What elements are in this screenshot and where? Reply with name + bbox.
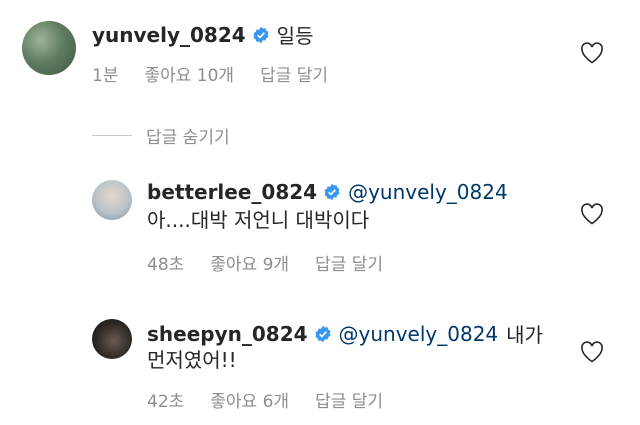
avatar[interactable] <box>92 319 132 359</box>
timestamp: 1분 <box>92 66 119 86</box>
likes-count[interactable]: 좋아요 6개 <box>210 387 289 412</box>
timestamp: 42초 <box>147 392 185 412</box>
mention-link[interactable]: @yunvely_0824 <box>339 322 499 346</box>
verified-badge-icon <box>253 26 269 43</box>
likes-count[interactable]: 좋아요 9개 <box>210 250 289 275</box>
reply-header: betterlee_0824 @yunvely_0824 <box>147 180 508 204</box>
hide-replies-label: 답글 숨기기 <box>146 128 230 148</box>
comment-text: 내가 <box>506 323 543 347</box>
avatar[interactable] <box>92 180 132 220</box>
reply-button[interactable]: 답글 달기 <box>315 387 383 412</box>
username[interactable]: sheepyn_0824 <box>147 322 308 346</box>
username[interactable]: betterlee_0824 <box>147 180 317 204</box>
timestamp: 48초 <box>147 255 185 275</box>
heart-outline-icon[interactable] <box>580 341 604 363</box>
comment-text-continued: 먼저였어!! <box>147 348 237 372</box>
heart-outline-icon[interactable] <box>580 203 604 225</box>
comment-meta: 48초 좋아요 9개 답글 달기 <box>147 250 409 275</box>
avatar[interactable] <box>22 21 76 75</box>
heart-outline-icon[interactable] <box>580 42 604 64</box>
comment-header: yunvely_0824 일등 <box>92 20 313 49</box>
comment-meta: 1분 좋아요 10개 답글 달기 <box>92 61 354 86</box>
comment-meta: 42초 좋아요 6개 답글 달기 <box>147 387 409 412</box>
reply-button[interactable]: 답글 달기 <box>260 61 328 86</box>
hide-replies-button[interactable]: 답글 숨기기 <box>92 123 230 148</box>
comment-text: 아....대박 저언니 대박이다 <box>147 208 370 232</box>
comment-text: 일등 <box>276 24 314 48</box>
username[interactable]: yunvely_0824 <box>92 23 246 47</box>
verified-badge-icon <box>315 325 331 342</box>
mention-link[interactable]: @yunvely_0824 <box>348 180 508 204</box>
likes-count[interactable]: 좋아요 10개 <box>144 61 234 86</box>
divider <box>92 135 132 136</box>
reply-button[interactable]: 답글 달기 <box>315 250 383 275</box>
verified-badge-icon <box>324 183 340 201</box>
